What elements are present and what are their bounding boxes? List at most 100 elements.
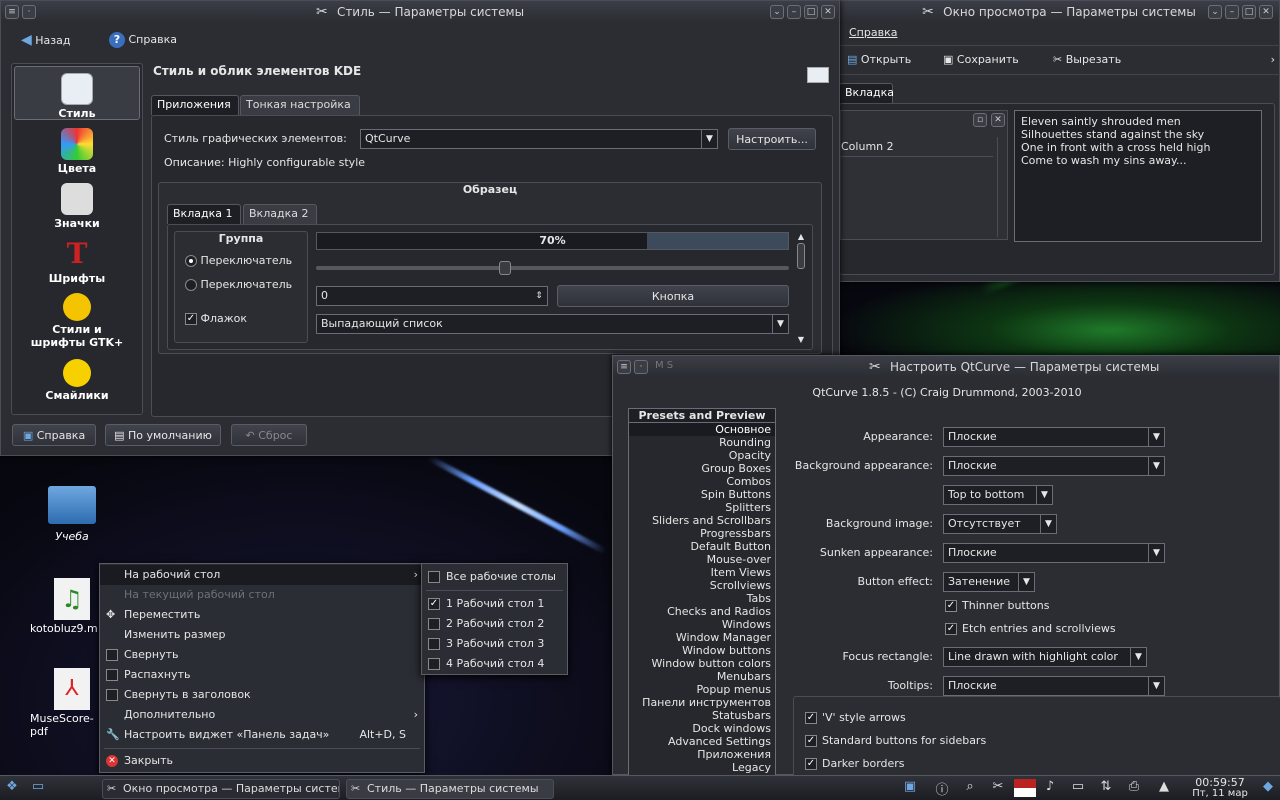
preset-item[interactable]: Progressbars xyxy=(629,527,775,540)
preset-item[interactable]: Item Views xyxy=(629,566,775,579)
list-scrollbar[interactable] xyxy=(997,137,1007,237)
setting-checkbox[interactable]: ✓ Thinner buttons xyxy=(945,599,1050,612)
sidebar-item-fonts[interactable]: T Шрифты xyxy=(13,238,141,286)
setting-select[interactable]: Плоские ▼ xyxy=(943,427,1165,447)
kde-menu-icon[interactable]: ❖ xyxy=(2,779,22,797)
sticky-icon[interactable]: · xyxy=(22,5,36,19)
monitor-icon[interactable]: ▣ xyxy=(900,779,920,797)
minimize-icon[interactable]: – xyxy=(1225,5,1239,19)
toolbar-extension-icon[interactable]: › xyxy=(1271,53,1275,66)
desktop-icon-folder[interactable]: Учеба xyxy=(40,486,104,543)
preset-item[interactable]: Combos xyxy=(629,475,775,488)
menu-help[interactable]: Справка xyxy=(849,26,897,39)
preset-item[interactable]: Opacity xyxy=(629,449,775,462)
menu-item-minimize[interactable]: Свернуть xyxy=(100,645,424,665)
sidebar-item-colors[interactable]: Цвета xyxy=(13,128,141,175)
preset-item[interactable]: Приложения xyxy=(629,748,775,761)
network-icon[interactable]: ⇅ xyxy=(1096,779,1116,797)
spin-arrows-icon[interactable]: ⇕ xyxy=(531,287,547,305)
sidebar-item-smileys[interactable]: Смайлики xyxy=(13,359,141,402)
style-titlebar[interactable]: ≡ · ✂ Стиль — Параметры системы ⌄ – □ ✕ xyxy=(1,1,839,23)
scissors-icon[interactable]: ✂ xyxy=(988,779,1008,797)
slider-handle[interactable] xyxy=(499,261,512,275)
preset-item[interactable]: Mouse-over xyxy=(629,553,775,566)
sticky-icon[interactable]: · xyxy=(634,360,648,374)
text-edit[interactable]: Eleven saintly shrouded men Silhouettes … xyxy=(1014,110,1262,242)
menu-item-close[interactable]: ✕ Закрыть xyxy=(100,751,424,771)
checkbox-flag[interactable]: ✓ Флажок xyxy=(185,312,247,325)
display-icon[interactable]: ▭ xyxy=(1068,779,1088,797)
setting-select[interactable]: Line drawn with highlight color ▼ xyxy=(943,647,1147,667)
menu-icon[interactable]: ≡ xyxy=(5,5,19,19)
preset-item[interactable]: Group Boxes xyxy=(629,462,775,475)
setting-checkbox[interactable]: ✓ 'V' style arrows xyxy=(805,711,906,724)
volume-icon[interactable]: ♪ xyxy=(1040,779,1060,797)
info-icon[interactable]: ⓘ xyxy=(932,779,952,798)
keep-above-icon[interactable]: ⌄ xyxy=(1208,5,1222,19)
preset-item[interactable]: Default Button xyxy=(629,540,775,553)
menu-item-move[interactable]: ✥ Переместить xyxy=(100,605,424,625)
desktop-icon[interactable]: ◆ xyxy=(1258,779,1278,797)
back-button[interactable]: ◀ Назад xyxy=(21,32,71,48)
menu-item-maximize[interactable]: Распахнуть xyxy=(100,665,424,685)
minimize-icon[interactable]: – xyxy=(787,5,801,19)
setting-select[interactable]: Top to bottom ▼ xyxy=(943,485,1053,505)
preset-item[interactable]: Statusbars xyxy=(629,709,775,722)
configure-button[interactable]: Настроить... xyxy=(728,128,816,150)
qtcurve-titlebar[interactable]: ≡ · M S ✂ Настроить QtCurve — Параметры … xyxy=(613,356,1279,378)
sample-button[interactable]: Кнопка xyxy=(557,285,789,307)
task-viewer-window[interactable]: ✂ Окно просмотра — Параметры системы xyxy=(102,779,340,799)
search-icon[interactable]: ⌕ xyxy=(960,779,980,797)
preset-item[interactable]: Window Manager xyxy=(629,631,775,644)
setting-select[interactable]: Затенение ▼ xyxy=(943,572,1035,592)
preset-item[interactable]: Scrollviews xyxy=(629,579,775,592)
preset-item[interactable]: Checks and Radios xyxy=(629,605,775,618)
scrollbar-thumb[interactable] xyxy=(797,243,805,269)
preset-item[interactable]: Popup menus xyxy=(629,683,775,696)
save-button[interactable]: ▣ Сохранить xyxy=(943,53,1019,66)
preset-item[interactable]: Window buttons xyxy=(629,644,775,657)
keep-above-icon[interactable]: ⌄ xyxy=(770,5,784,19)
preset-item[interactable]: Menubars xyxy=(629,670,775,683)
setting-select[interactable]: Отсутствует ▼ xyxy=(943,514,1057,534)
menu-item-resize[interactable]: Изменить размер xyxy=(100,625,424,645)
setting-select[interactable]: Плоские ▼ xyxy=(943,676,1165,696)
preset-item[interactable]: Splitters xyxy=(629,501,775,514)
sample-dropdown[interactable]: Выпадающий список ▼ xyxy=(316,314,789,334)
menu-icon[interactable]: ≡ xyxy=(617,360,631,374)
radio-option-1[interactable]: Переключатель xyxy=(185,254,292,267)
preview-tab-2[interactable]: Вкладка 2 xyxy=(243,204,317,224)
preset-item[interactable]: Window button colors xyxy=(629,657,775,670)
setting-select[interactable]: Плоские ▼ xyxy=(943,543,1165,563)
chevron-up-icon[interactable]: ▲ xyxy=(1154,779,1174,797)
setting-select[interactable]: Плоские ▼ xyxy=(943,456,1165,476)
menu-item-to-desktop[interactable]: На рабочий стол › xyxy=(100,565,424,585)
tab-fine-tuning[interactable]: Тонкая настройка xyxy=(240,95,360,115)
submenu-desktop-3[interactable]: 3 Рабочий стол 3 xyxy=(422,634,567,654)
submenu-all-desktops[interactable]: Все рабочие столы xyxy=(422,567,567,587)
reset-button[interactable]: ↶ Сброс xyxy=(231,424,307,446)
submenu-desktop-1[interactable]: ✓ 1 Рабочий стол 1 xyxy=(422,594,567,614)
list-view[interactable]: ▫ ✕ Column 2 xyxy=(840,110,1008,240)
preview-scrollbar[interactable]: ▲ ▼ xyxy=(795,232,807,344)
folder-icon[interactable]: ▭ xyxy=(28,779,48,797)
preset-item[interactable]: Legacy xyxy=(629,761,775,774)
viewer-titlebar[interactable]: ✂ Окно просмотра — Параметры системы ⌄ –… xyxy=(839,1,1279,23)
column-header[interactable]: Column 2 xyxy=(841,137,993,157)
setting-checkbox[interactable]: ✓ Standard buttons for sidebars xyxy=(805,734,986,747)
setting-checkbox[interactable]: ✓ Darker borders xyxy=(805,757,905,770)
preset-item[interactable]: Tabs xyxy=(629,592,775,605)
spin-box[interactable]: 0 ⇕ xyxy=(316,286,548,306)
radio-option-2[interactable]: Переключатель xyxy=(185,278,292,291)
preset-item[interactable]: Windows xyxy=(629,618,775,631)
close-icon[interactable]: ✕ xyxy=(1259,5,1273,19)
submenu-desktop-2[interactable]: 2 Рабочий стол 2 xyxy=(422,614,567,634)
sidebar-item-icons[interactable]: Значки xyxy=(13,183,141,230)
maximize-icon[interactable]: □ xyxy=(804,5,818,19)
cut-button[interactable]: ✂ Вырезать xyxy=(1053,53,1121,66)
maximize-icon[interactable]: □ xyxy=(1242,5,1256,19)
help-menu-button[interactable]: ? Справка xyxy=(109,32,177,48)
help-button[interactable]: ▣ Справка xyxy=(12,424,96,446)
close-icon[interactable]: ✕ xyxy=(991,113,1005,127)
slider-track[interactable] xyxy=(316,261,789,275)
